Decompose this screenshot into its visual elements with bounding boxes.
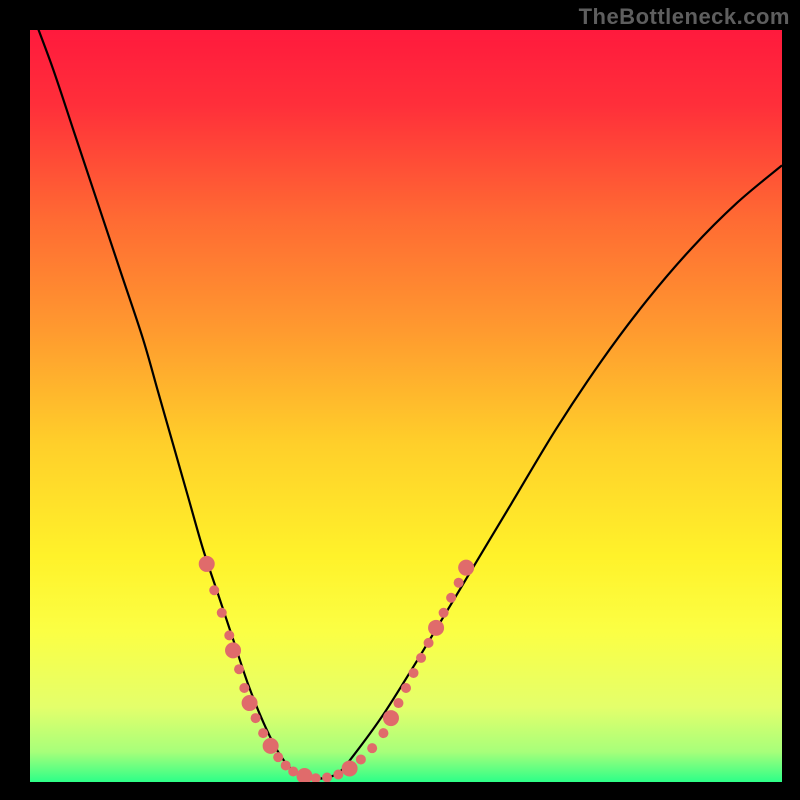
highlight-dot xyxy=(263,738,279,754)
highlight-dot xyxy=(239,683,249,693)
highlight-dot xyxy=(224,630,234,640)
highlight-dot xyxy=(242,695,258,711)
watermark-label: TheBottleneck.com xyxy=(579,4,790,30)
highlight-dot xyxy=(409,668,419,678)
chart-stage: TheBottleneck.com xyxy=(0,0,800,800)
highlight-dot xyxy=(356,754,366,764)
highlight-dot xyxy=(416,653,426,663)
highlight-dot xyxy=(273,752,283,762)
highlight-dot xyxy=(258,728,268,738)
bottleneck-chart xyxy=(0,0,800,800)
highlight-dot xyxy=(209,585,219,595)
chart-gradient-bg xyxy=(30,30,782,782)
highlight-dot xyxy=(296,768,312,784)
highlight-dot xyxy=(428,620,444,636)
highlight-dot xyxy=(446,593,456,603)
highlight-dot xyxy=(458,560,474,576)
highlight-dot xyxy=(342,760,358,776)
highlight-dot xyxy=(225,642,241,658)
highlight-dot xyxy=(367,743,377,753)
highlight-dot xyxy=(383,710,399,726)
highlight-dot xyxy=(217,608,227,618)
highlight-dot xyxy=(393,698,403,708)
highlight-dot xyxy=(199,556,215,572)
highlight-dot xyxy=(333,769,343,779)
highlight-dot xyxy=(251,713,261,723)
highlight-dot xyxy=(322,772,332,782)
highlight-dot xyxy=(424,638,434,648)
highlight-dot xyxy=(378,728,388,738)
highlight-dot xyxy=(401,683,411,693)
highlight-dot xyxy=(439,608,449,618)
highlight-dot xyxy=(311,773,321,783)
highlight-dot xyxy=(234,664,244,674)
highlight-dot xyxy=(454,578,464,588)
